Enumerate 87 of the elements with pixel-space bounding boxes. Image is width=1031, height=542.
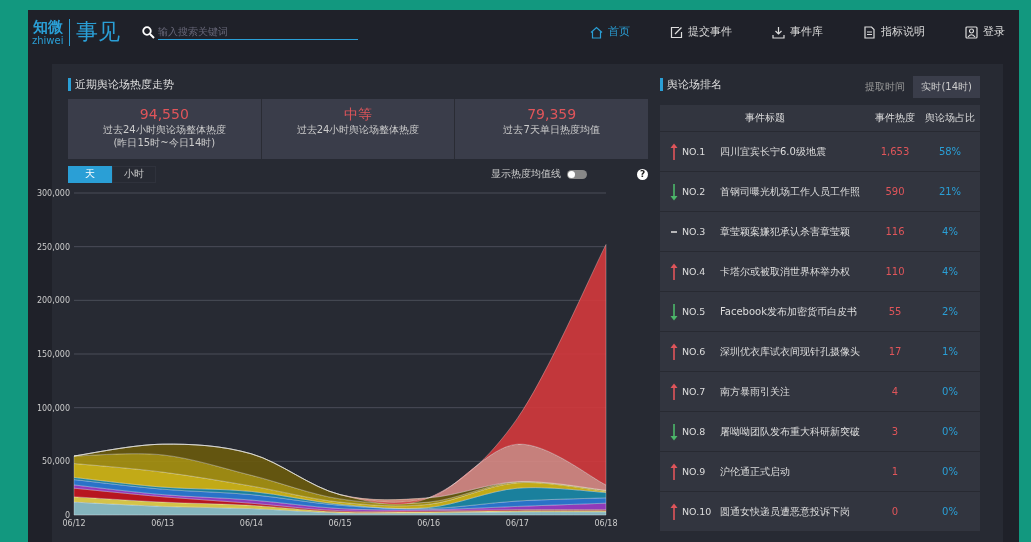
stat-label: 过去7天单日热度均值 — [503, 123, 600, 136]
rank-number: NO.7 — [682, 386, 707, 397]
event-title[interactable]: 四川宜宾长宁6.0级地震 — [720, 144, 826, 159]
event-title[interactable]: 章莹颖案嫌犯承认杀害章莹颖 — [720, 224, 850, 239]
heat-value: 590 — [884, 186, 906, 197]
stat-label: 过去24小时舆论场整体热度 — [296, 123, 420, 136]
x-axis-label: 06/12 — [62, 519, 86, 528]
rank-number: NO.2 — [682, 186, 707, 197]
y-axis-label: 100,000 — [36, 403, 70, 413]
product-name: 事见 — [76, 18, 121, 46]
x-axis-label: 06/15 — [328, 519, 352, 528]
home-icon — [590, 25, 603, 39]
download-icon — [772, 25, 785, 39]
document-icon — [863, 25, 876, 39]
help-icon[interactable]: ? — [637, 168, 648, 180]
column-header: 舆论场占比 — [924, 111, 976, 125]
y-axis-label: 0 — [64, 511, 70, 520]
heat-value: 1,653 — [879, 146, 911, 157]
y-axis-label: 300,000 — [36, 189, 70, 198]
section-title: 近期舆论场热度走势 — [68, 78, 648, 91]
x-axis-label: 06/18 — [594, 519, 618, 528]
share-value: 4% — [941, 266, 959, 277]
x-axis-label: 06/16 — [417, 519, 441, 528]
share-value: 0% — [941, 506, 959, 517]
heat-value: 17 — [887, 346, 903, 357]
y-axis-label: 150,000 — [36, 350, 70, 359]
event-title[interactable]: 南方暴雨引关注 — [720, 384, 790, 399]
user-icon — [965, 25, 978, 39]
stat-label: 过去24小时舆论场整体热度 — [102, 123, 226, 136]
y-axis-label: 250,000 — [36, 242, 70, 252]
stat-value: 79,359 — [527, 105, 577, 123]
logo-subtitle: zhiwei — [32, 34, 64, 46]
column-header: 事件热度 — [874, 111, 916, 125]
rank-number: NO.10 — [682, 506, 713, 517]
mean-line-label: 显示热度均值线 — [491, 167, 561, 181]
heat-value: 55 — [887, 306, 903, 317]
heat-value: 0 — [890, 506, 900, 517]
heat-value: 3 — [890, 426, 900, 437]
share-value: 1% — [941, 346, 959, 357]
rank-number: NO.8 — [682, 426, 707, 437]
nav-link[interactable]: 指标说明 — [863, 25, 925, 39]
nav-link[interactable]: 登录 — [965, 25, 1005, 39]
share-value: 4% — [941, 226, 959, 237]
stat-value: 中等 — [344, 105, 372, 123]
x-axis-label: 06/13 — [151, 519, 175, 528]
share-value: 0% — [941, 386, 959, 397]
heat-value: 1 — [890, 466, 900, 477]
rank-number: NO.4 — [682, 266, 707, 277]
x-axis-label: 06/17 — [505, 519, 529, 528]
rank-number: NO.5 — [682, 306, 707, 317]
edit-icon — [670, 25, 683, 39]
column-header: 事件标题 — [744, 111, 786, 125]
heat-value: 116 — [884, 226, 906, 237]
y-axis-label: 200,000 — [36, 296, 70, 306]
x-axis-label: 06/14 — [239, 519, 263, 528]
nav-link[interactable]: 事件库 — [772, 25, 823, 39]
share-value: 2% — [941, 306, 959, 317]
period-tab[interactable]: 小时 — [112, 165, 156, 183]
rank-number: NO.3 — [682, 226, 707, 237]
stat-note: (昨日15时~今日14时) — [113, 136, 216, 149]
heat-value: 110 — [884, 266, 906, 277]
y-axis-label: 50,000 — [42, 457, 70, 467]
search-field[interactable]: 输入搜索关键词 — [158, 24, 359, 40]
rank-number: NO.6 — [682, 346, 707, 357]
nav-link[interactable]: 首页 — [590, 25, 630, 39]
event-title[interactable]: Facebook发布加密货币白皮书 — [720, 304, 857, 319]
event-title[interactable]: 沪伦通正式启动 — [720, 464, 790, 479]
share-value: 58% — [937, 146, 963, 157]
time-label: 提取时间 — [865, 79, 906, 94]
logo-text: 知微 — [32, 18, 63, 35]
event-title[interactable]: 圆通女快递员遭恶意投诉下岗 — [720, 504, 850, 519]
event-title[interactable]: 深圳优衣库试衣间现针孔摄像头 — [720, 344, 860, 359]
event-title[interactable]: 首钢司曝光机场工作人员工作照 — [720, 184, 860, 199]
nav-link[interactable]: 提交事件 — [670, 25, 732, 39]
rank-number: NO.9 — [682, 466, 707, 477]
share-value: 0% — [941, 426, 959, 437]
search-icon — [142, 25, 156, 39]
event-title[interactable]: 卡塔尔或被取消世界杯举办权 — [720, 264, 850, 279]
share-value: 0% — [941, 466, 959, 477]
heat-value: 4 — [890, 386, 900, 397]
mean-line-switch[interactable] — [567, 169, 587, 179]
share-value: 21% — [937, 186, 963, 197]
rank-number: NO.1 — [682, 146, 707, 157]
stat-value: 94,550 — [139, 105, 189, 123]
section-title: 舆论场排名 — [660, 78, 722, 91]
event-title[interactable]: 屠呦呦团队发布重大科研新突破 — [720, 424, 860, 439]
time-button[interactable]: 实时(14时) — [913, 75, 980, 98]
